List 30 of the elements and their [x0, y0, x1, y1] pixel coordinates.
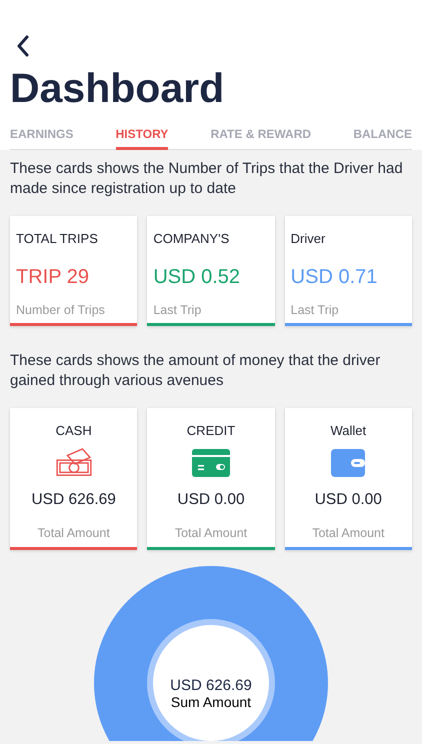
- tab[interactable]: EARNINGS: [10, 123, 74, 150]
- card-heading: CASH: [56, 423, 92, 438]
- credit-card-icon: [192, 448, 230, 478]
- card-heading: TOTAL TRIPS: [16, 231, 99, 246]
- card-caption: Last Trip: [290, 303, 340, 317]
- back-icon[interactable]: [16, 35, 30, 57]
- card-caption: Total Amount: [312, 526, 384, 540]
- card-value: USD 0.52: [153, 266, 242, 289]
- tab[interactable]: HISTORY: [116, 123, 168, 150]
- card-heading: Wallet: [330, 423, 366, 438]
- section-description: These cards shows the amount of money that the driver gained through various avenues: [10, 351, 382, 391]
- tab[interactable]: BALANCE: [353, 123, 412, 150]
- page-title: Dashboard: [10, 64, 226, 113]
- tab[interactable]: RATE & REWARD: [210, 123, 312, 150]
- card-caption: Total Amount: [174, 526, 248, 540]
- card-heading: Driver: [290, 231, 326, 246]
- card-caption: Number of Trips: [16, 303, 106, 317]
- card-caption: Total Amount: [38, 526, 110, 540]
- card-value: USD 0.00: [177, 491, 245, 509]
- card-value: TRIP 29: [16, 266, 90, 289]
- card-caption: Last Trip: [153, 303, 202, 317]
- card-value: USD 0.00: [314, 491, 382, 509]
- card-value: USD 626.69: [31, 491, 116, 509]
- sum-amount: USD 626.69: [170, 677, 252, 694]
- sum-label: Sum Amount: [170, 694, 252, 710]
- wallet-icon: [331, 448, 366, 478]
- card-heading: CREDIT: [186, 423, 236, 438]
- card-value: USD 0.71: [290, 266, 378, 289]
- section-description: These cards shows the Number of Trips that the Driver had made since registration up to date: [10, 159, 404, 199]
- card-heading: COMPANY'S: [153, 231, 230, 246]
